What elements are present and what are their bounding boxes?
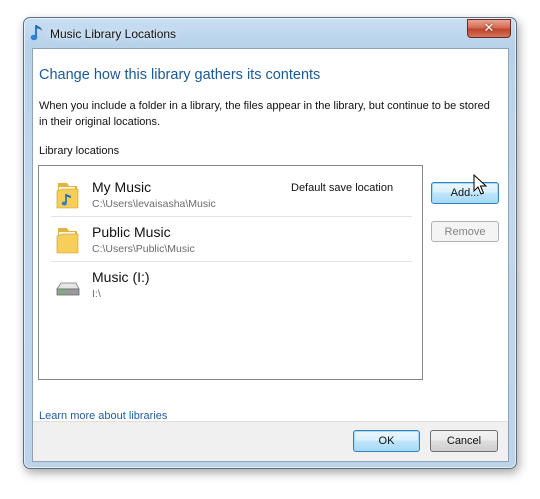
close-icon: ✕ xyxy=(483,21,495,36)
cancel-button[interactable]: Cancel xyxy=(430,430,498,452)
default-save-location-label: Default save location xyxy=(291,182,394,194)
ok-button[interactable]: OK xyxy=(353,430,420,452)
library-locations-label: Library locations xyxy=(39,145,120,157)
music-library-locations-dialog: Music Library Locations ✕ Change how thi… xyxy=(23,17,517,469)
dialog-heading: Change how this library gathers its cont… xyxy=(39,67,321,83)
music-note-icon xyxy=(30,25,42,41)
mouse-pointer-icon xyxy=(473,174,487,195)
location-item-public-music[interactable]: Public Music C:\Users\Public\Music xyxy=(39,217,422,262)
location-path: C:\Users\Public\Music xyxy=(92,243,195,255)
dialog-footer: OK Cancel xyxy=(33,421,508,461)
library-locations-list[interactable]: My Music C:\Users\levaisasha\Music Defau… xyxy=(38,165,423,380)
remove-button[interactable]: Remove xyxy=(431,221,499,242)
location-name: Music (I:) xyxy=(92,269,150,285)
location-path: C:\Users\levaisasha\Music xyxy=(92,198,216,210)
dialog-content: Change how this library gathers its cont… xyxy=(32,48,509,462)
add-button[interactable]: Add... xyxy=(431,182,499,204)
folder-icon xyxy=(56,228,79,254)
drive-icon xyxy=(56,282,80,296)
location-name: My Music xyxy=(92,179,152,195)
location-item-music-drive[interactable]: Music (I:) I:\ xyxy=(39,262,422,307)
location-name: Public Music xyxy=(92,224,171,240)
location-item-my-music[interactable]: My Music C:\Users\levaisasha\Music Defau… xyxy=(39,172,422,217)
dialog-description: When you include a folder in a library, … xyxy=(39,100,490,128)
close-button[interactable]: ✕ xyxy=(467,19,511,38)
music-folder-icon xyxy=(56,183,79,209)
window-title: Music Library Locations xyxy=(50,27,177,41)
title-bar[interactable]: Music Library Locations ✕ xyxy=(24,18,516,48)
location-path: I:\ xyxy=(92,288,101,300)
